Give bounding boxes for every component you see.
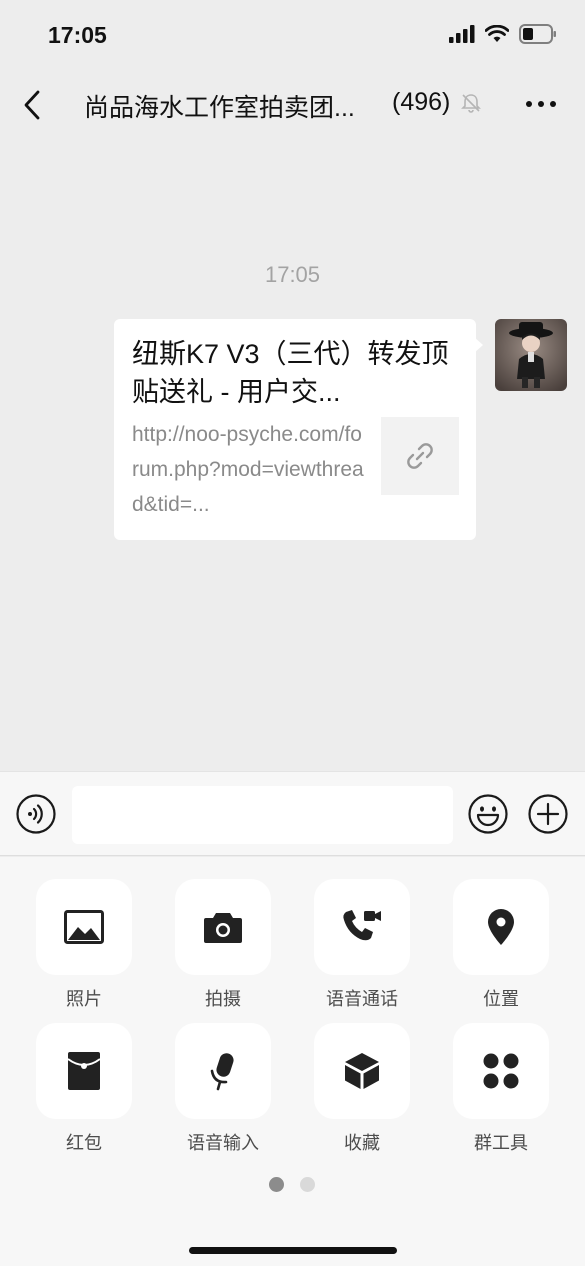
battery-icon	[519, 24, 556, 44]
nav-bar: 尚品海水工作室拍卖团... (496)	[0, 70, 585, 140]
tool-photo-box	[36, 879, 132, 975]
camera-icon	[204, 913, 242, 943]
link-card-message[interactable]: 纽斯K7 V3（三代）转发顶贴送礼 - 用户交... http://noo-ps…	[114, 319, 476, 540]
plus-icon	[528, 794, 568, 834]
status-icons	[449, 24, 557, 44]
tool-voice-call-box	[314, 879, 410, 975]
emoji-button[interactable]	[468, 794, 508, 839]
location-icon	[488, 909, 514, 945]
status-time: 17:05	[48, 22, 107, 48]
tool-red-packet-box	[36, 1023, 132, 1119]
emoji-icon	[468, 794, 508, 834]
tool-voice-input-label: 语音输入	[187, 1133, 259, 1153]
bubble-tail	[474, 337, 483, 353]
page-dot-1[interactable]	[269, 1177, 284, 1192]
tool-location[interactable]: 位置	[453, 879, 549, 1011]
tool-voice-call-label: 语音通话	[326, 989, 398, 1009]
mute-bell-icon	[461, 94, 481, 113]
back-button[interactable]	[18, 88, 48, 122]
tool-location-label: 位置	[483, 989, 519, 1009]
tool-group-tools-box	[453, 1023, 549, 1119]
tool-red-packet[interactable]: 红包	[36, 1023, 132, 1155]
home-indicator[interactable]	[189, 1247, 397, 1254]
signal-icon	[449, 25, 475, 43]
tool-photo-label: 照片	[66, 989, 102, 1009]
tool-group-tools-label: 群工具	[474, 1133, 528, 1153]
tool-favorites[interactable]: 收藏	[314, 1023, 410, 1155]
link-icon	[407, 443, 433, 469]
tool-camera-box	[175, 879, 271, 975]
tool-camera[interactable]: 拍摄	[175, 879, 271, 1011]
wifi-icon	[485, 25, 509, 42]
function-panel: 照片 拍摄 语音通话 位置 红包 语音输入 收藏 群工具	[0, 857, 585, 1266]
message-input[interactable]	[72, 786, 453, 844]
page-dot-2[interactable]	[300, 1177, 315, 1192]
microphone-icon	[210, 1053, 234, 1091]
link-thumbnail	[381, 417, 459, 495]
avatar[interactable]	[495, 319, 567, 391]
tool-voice-input-box	[175, 1023, 271, 1119]
tool-camera-label: 拍摄	[205, 989, 241, 1009]
photo-icon	[64, 910, 104, 944]
link-card-url: http://noo-psyche.com/forum.php?mod=view…	[132, 423, 364, 516]
tool-photo[interactable]: 照片	[36, 879, 132, 1011]
member-count: (496)	[392, 88, 451, 116]
tool-red-packet-label: 红包	[66, 1133, 102, 1153]
tool-voice-input[interactable]: 语音输入	[175, 1023, 271, 1155]
tool-group-tools[interactable]: 群工具	[453, 1023, 549, 1155]
group-tools-icon	[483, 1053, 519, 1089]
voice-wave-icon	[16, 794, 56, 834]
voice-mode-button[interactable]	[16, 794, 56, 839]
chevron-left-icon	[24, 90, 40, 120]
tool-favorites-box	[314, 1023, 410, 1119]
more-button[interactable]	[523, 92, 559, 116]
voice-video-call-icon	[343, 910, 381, 941]
chat-title: 尚品海水工作室拍卖团...	[84, 94, 355, 122]
message-timestamp: 17:05	[264, 262, 321, 287]
tool-voice-call[interactable]: 语音通话	[314, 879, 410, 1011]
avatar-image	[495, 319, 567, 391]
red-packet-icon	[67, 1052, 101, 1090]
favorites-box-icon	[345, 1053, 379, 1089]
tool-favorites-label: 收藏	[344, 1133, 380, 1153]
more-dots-icon	[526, 101, 556, 107]
status-bar: 17:05	[0, 0, 585, 70]
more-functions-button[interactable]	[528, 794, 568, 839]
link-card-title: 纽斯K7 V3（三代）转发顶贴送礼 - 用户交...	[132, 339, 449, 407]
input-bar	[0, 771, 585, 856]
tool-location-box	[453, 879, 549, 975]
